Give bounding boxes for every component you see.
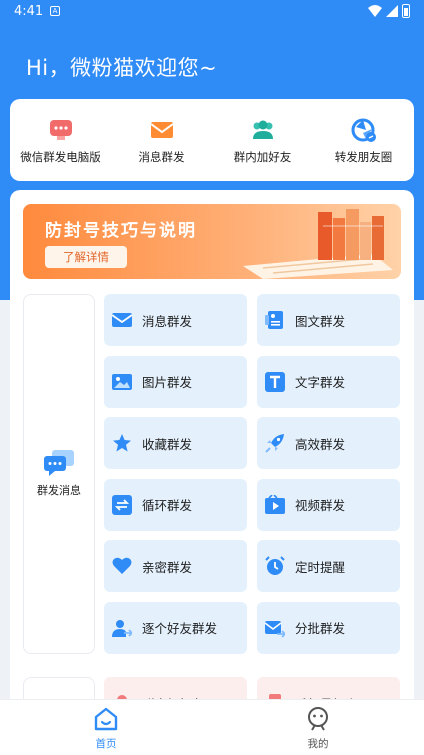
quick-action-share-moments[interactable]: 转发朋友圈 xyxy=(313,99,414,181)
envelope-icon xyxy=(149,122,174,138)
quick-action-pc-broadcast[interactable]: 微信群发电脑版 xyxy=(10,99,111,181)
feature-label: 逐个好友群发 xyxy=(142,621,218,636)
feature-label: 亲密群发 xyxy=(142,559,193,575)
feature-label: 视频群发 xyxy=(295,498,346,513)
quick-action-group-add-friends[interactable]: 群内加好友 xyxy=(212,99,313,181)
feature-picture-broadcast[interactable]: 图片群发 xyxy=(104,355,247,408)
quick-actions-card: 微信群发电脑版 消息群发 群内加好友 转发朋友圈 xyxy=(10,99,414,181)
feature-video-broadcast[interactable]: 视频群发 xyxy=(257,478,400,531)
banner-title: 防封号技巧与说明 xyxy=(45,221,197,241)
feature-label: 分批群发 xyxy=(295,621,346,636)
feature-image-text-broadcast[interactable]: 图文群发 xyxy=(257,294,400,346)
quick-action-message-broadcast[interactable]: 消息群发 xyxy=(111,99,212,181)
feature-label: 循环群发 xyxy=(142,498,193,513)
profile-icon xyxy=(308,707,328,731)
learn-more-button[interactable]: 了解详情 xyxy=(45,246,127,268)
moments-share-icon xyxy=(351,118,376,142)
notification-icon: A xyxy=(50,6,60,16)
feature-label: 收藏群发 xyxy=(142,436,193,452)
feature-batch-broadcast[interactable]: 分批群发 xyxy=(257,601,400,654)
heart-icon xyxy=(112,557,132,574)
quick-action-label: 微信群发电脑版 xyxy=(20,150,101,164)
books-illustration-icon xyxy=(243,209,393,279)
feature-label: 图文群发 xyxy=(295,313,346,329)
status-bar: 4:41 A xyxy=(0,0,424,24)
star-icon xyxy=(113,434,131,452)
rocket-icon xyxy=(265,434,284,453)
chat-window-icon xyxy=(49,120,72,140)
video-icon xyxy=(265,494,285,514)
user-send-icon xyxy=(112,619,132,637)
feature-label: 高效群发 xyxy=(295,436,346,452)
main-panel: 防封号技巧与说明 了解详情 群发消息 消息群发 图文群发 图片群发 文字群发 收… xyxy=(10,190,414,710)
feature-one-by-one-broadcast[interactable]: 逐个好友群发 xyxy=(104,601,247,654)
signal-icon xyxy=(386,5,398,17)
picture-icon xyxy=(112,373,132,390)
tab-profile[interactable]: 我的 xyxy=(288,706,348,751)
loop-icon xyxy=(112,494,132,515)
feature-label: 消息群发 xyxy=(142,313,193,329)
status-time: 4:41 xyxy=(14,4,44,19)
quick-action-label: 消息群发 xyxy=(138,150,185,164)
text-icon xyxy=(265,371,285,392)
anti-ban-banner[interactable]: 防封号技巧与说明 了解详情 xyxy=(23,204,401,279)
feature-intimate-broadcast[interactable]: 亲密群发 xyxy=(104,540,247,592)
home-icon xyxy=(94,707,118,731)
tab-home[interactable]: 首页 xyxy=(76,706,136,751)
group-users-icon xyxy=(252,120,273,139)
feature-label: 图片群发 xyxy=(142,375,193,390)
quick-action-label: 转发朋友圈 xyxy=(334,150,393,164)
category-label: 群发消息 xyxy=(37,484,81,497)
feature-scheduled-reminder[interactable]: 定时提醒 xyxy=(257,540,400,592)
bottom-tab-bar: 首页 我的 xyxy=(0,699,424,755)
batch-send-icon xyxy=(265,620,285,638)
quick-action-label: 群内加好友 xyxy=(233,150,292,164)
feature-efficient-broadcast[interactable]: 高效群发 xyxy=(257,417,400,469)
alarm-clock-icon xyxy=(265,556,285,575)
feature-loop-broadcast[interactable]: 循环群发 xyxy=(104,478,247,531)
feature-favorites-broadcast[interactable]: 收藏群发 xyxy=(104,417,247,469)
feature-message-broadcast[interactable]: 消息群发 xyxy=(104,294,247,346)
image-text-icon xyxy=(265,311,283,329)
battery-icon xyxy=(402,4,410,18)
feature-label: 文字群发 xyxy=(295,375,346,390)
category-broadcast-messages[interactable]: 群发消息 xyxy=(23,294,95,654)
envelope-icon xyxy=(112,313,132,327)
feature-label: 定时提醒 xyxy=(295,559,346,575)
chat-bubbles-icon xyxy=(44,450,74,476)
greeting-text: Hi，微粉猫欢迎您~ xyxy=(26,56,218,80)
feature-text-broadcast[interactable]: 文字群发 xyxy=(257,355,400,408)
tab-label: 我的 xyxy=(307,738,329,750)
wifi-icon xyxy=(368,5,382,17)
tab-label: 首页 xyxy=(95,738,117,750)
